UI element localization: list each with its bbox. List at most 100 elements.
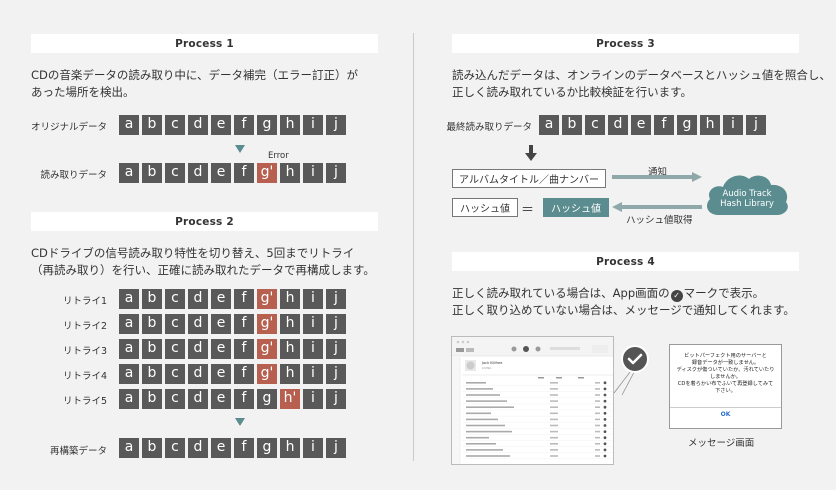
retry-row: a b c d e f g' h i j <box>119 314 346 334</box>
data-cell: b <box>562 115 582 135</box>
app-track-title <box>466 449 503 451</box>
app-track-meta <box>550 455 558 457</box>
data-cell: c <box>165 364 185 384</box>
app-track-check-icon <box>603 405 607 409</box>
error-data-cell: g' <box>257 339 277 359</box>
app-track-check-icon <box>603 399 607 403</box>
data-cell: i <box>303 339 323 359</box>
data-cell: j <box>326 364 346 384</box>
app-track-meta <box>550 443 558 445</box>
data-cell: c <box>165 115 185 135</box>
process-3-desc-line: 読み込んだデータは、オンラインのデータベースとハッシュ値を照合し、 <box>452 68 831 82</box>
app-track-list <box>462 381 613 460</box>
rebuilt-data-row: abcdefghij <box>119 438 346 458</box>
data-cell: d <box>188 289 208 309</box>
process-4-desc-line: 正しく読み取れている場合は、App画面の ✓ マークで表示。 <box>452 285 832 302</box>
data-cell: f <box>234 438 254 458</box>
app-track-meta <box>550 418 558 421</box>
down-arrow-icon <box>235 145 245 153</box>
app-track-meta <box>550 449 558 451</box>
dialog-line: ディスクが傷ついていたか、汚れていたり <box>676 367 775 373</box>
process-4-desc-line: 正しく取り込めていない場合は、メッセージで通知してくれます。 <box>452 303 795 317</box>
process-3-title: Process 3 <box>596 37 655 50</box>
app-track-meta <box>550 400 558 402</box>
retry-row: a b c d e f g' h i j <box>119 289 346 309</box>
app-track-meta <box>550 436 558 439</box>
data-cell: a <box>539 115 559 135</box>
data-cell: c <box>165 163 185 183</box>
error-data-cell: g' <box>257 364 277 384</box>
data-cell: h <box>700 115 720 135</box>
dialog-line: 下さい。 <box>715 388 736 394</box>
dialog-line: ビットパーフェクト用のサーバーと <box>684 353 767 359</box>
app-track-time <box>595 394 600 396</box>
process-2-desc-line: （再読み取り）を行い、正確に読み取れたデータで再構成します。 <box>31 263 375 277</box>
process-2-desc-line: CDドライブの信号読み取り特性を切り替え、5回までリトライ <box>31 246 355 260</box>
data-cell: i <box>303 314 323 334</box>
data-cell: a <box>119 339 139 359</box>
hash-value-teal-box: ハッシュ値 <box>543 198 609 217</box>
rebuilt-data-label: 再構築データ <box>49 446 107 457</box>
data-cell: j <box>326 339 346 359</box>
data-cell: e <box>211 115 231 135</box>
data-cell: d <box>608 115 628 135</box>
read-data-row: a b c d e f g' h i j <box>119 163 346 183</box>
app-track-check-icon <box>603 387 607 391</box>
cloud-label: Audio Track Hash Library <box>710 189 784 209</box>
data-cell: g <box>677 115 697 135</box>
app-track-title <box>466 382 486 384</box>
app-track-time <box>595 449 600 451</box>
data-cell: e <box>631 115 651 135</box>
retry-label: リトライ5 <box>62 396 107 407</box>
data-cell: h <box>280 438 300 458</box>
retry-label: リトライ2 <box>62 321 107 332</box>
process-3-desc-line: 正しく読み取れているか比較検証を行います。 <box>452 85 693 99</box>
data-cell: d <box>188 364 208 384</box>
data-cell: e <box>211 314 231 334</box>
data-cell: a <box>119 289 139 309</box>
app-track-time <box>595 412 600 415</box>
process-1-desc-line: CDの音楽データの読み取り中に、データ補完（エラー訂正）が <box>31 68 359 82</box>
app-track-check-icon <box>603 436 607 440</box>
app-track-check-icon <box>603 430 607 433</box>
retry-label: リトライ4 <box>62 371 107 382</box>
retry-row: a b c d e f g' h i j <box>119 364 346 384</box>
error-data-cell: h' <box>280 389 300 409</box>
data-cell: g <box>257 438 277 458</box>
data-cell: i <box>303 389 323 409</box>
data-cell: b <box>142 364 162 384</box>
process-1-title: Process 1 <box>175 37 234 50</box>
data-cell: b <box>142 314 162 334</box>
cloud-label-line: Audio Track <box>722 189 772 199</box>
data-cell: j <box>746 115 766 135</box>
cloud-label-line: Hash Library <box>720 199 774 209</box>
app-album-name: Jack Killfree <box>481 361 502 365</box>
data-cell: c <box>165 438 185 458</box>
app-track-time <box>595 382 600 384</box>
data-cell: c <box>165 314 185 334</box>
data-cell: d <box>188 389 208 409</box>
data-cell: e <box>211 289 231 309</box>
data-cell: d <box>188 339 208 359</box>
data-cell: f <box>234 163 254 183</box>
app-track-time <box>595 436 600 439</box>
message-screen-caption: メッセージ画面 <box>688 438 755 449</box>
error-dialog: ビットパーフェクト用のサーバーと 録音データが一致しません。 ディスクが傷ついて… <box>669 344 782 429</box>
data-cell: i <box>303 364 323 384</box>
process-2-header: Process 2 <box>31 212 378 231</box>
data-cell: h <box>280 314 300 334</box>
dialog-ok-button[interactable]: OK <box>670 411 781 418</box>
album-title-box: アルバムタイトル／曲ナンバー <box>452 169 606 188</box>
process-4-desc-post: マークで表示。 <box>683 286 765 300</box>
process-4-desc-pre: 正しく読み取れている場合は、App画面の <box>452 286 670 300</box>
app-track-title <box>466 400 507 402</box>
data-cell: a <box>119 389 139 409</box>
data-cell: e <box>211 364 231 384</box>
data-cell: d <box>188 163 208 183</box>
data-cell: f <box>234 289 254 309</box>
dialog-line: CDを着らかい布でふいて再登録してみて <box>677 381 774 387</box>
data-cell: j <box>326 438 346 458</box>
retry-label: リトライ3 <box>62 346 107 357</box>
app-track-time <box>595 424 600 427</box>
data-cell: i <box>303 115 323 135</box>
